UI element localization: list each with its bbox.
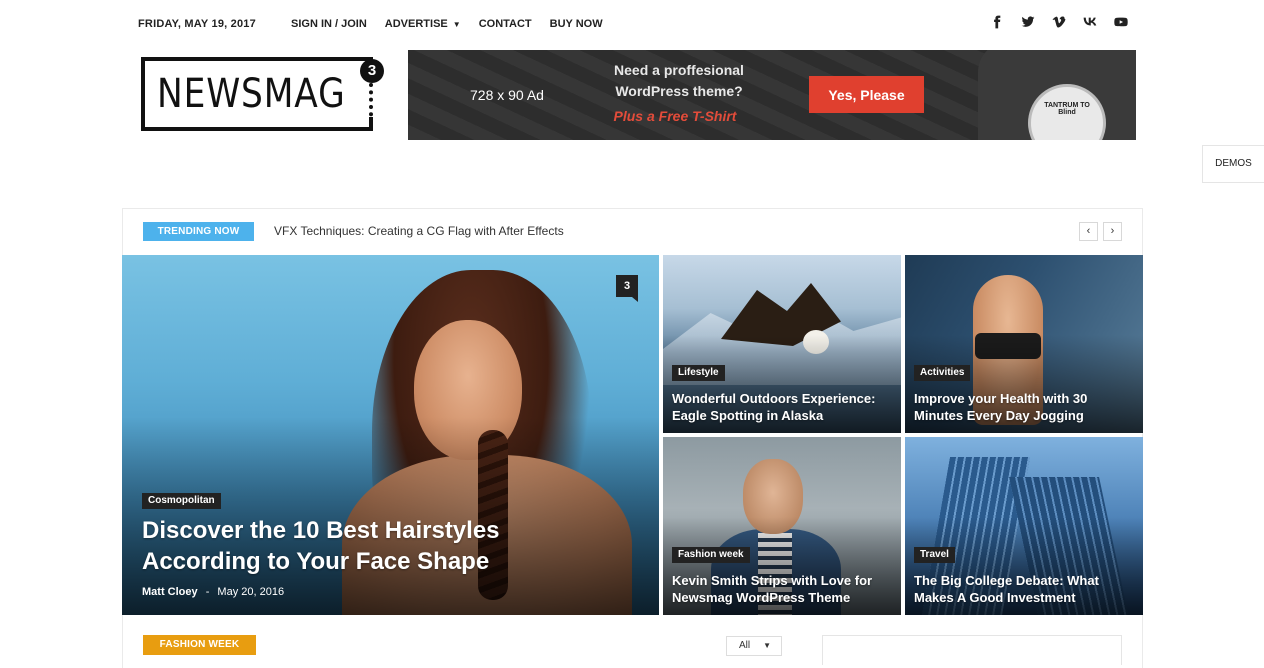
ad-size-label: 728 x 90 Ad xyxy=(470,87,544,103)
advertise-label: ADVERTISE xyxy=(384,18,448,30)
trending-headline[interactable]: VFX Techniques: Creating a CG Flag with … xyxy=(274,224,564,238)
meta-separator: - xyxy=(205,586,210,598)
filter-value: All xyxy=(739,640,751,651)
contact-link[interactable]: CONTACT xyxy=(479,18,532,30)
post-tile-jogging[interactable]: Activities Improve your Health with 30 M… xyxy=(905,255,1143,433)
ad-banner[interactable]: 728 x 90 Ad Need a proffesional WordPres… xyxy=(408,50,1136,140)
sign-in-link[interactable]: SIGN IN / JOIN xyxy=(291,18,367,30)
post-tile-college-debate[interactable]: Travel The Big College Debate: What Make… xyxy=(905,437,1143,615)
tile-title[interactable]: Wonderful Outdoors Experience: Eagle Spo… xyxy=(672,390,894,424)
ad-headline-2: WordPress theme? xyxy=(615,83,743,99)
logo-text: NEWSMAG xyxy=(157,71,346,117)
ad-headline-1: Need a proffesional xyxy=(614,62,744,78)
logo-frame-corner xyxy=(369,117,373,131)
featured-date: May 20, 2016 xyxy=(217,586,285,598)
trending-next-button[interactable]: › xyxy=(1103,222,1122,241)
current-date: FRIDAY, MAY 19, 2017 xyxy=(138,18,256,30)
trending-badge: TRENDING NOW xyxy=(143,222,254,241)
section-filter-select[interactable]: All ▼ xyxy=(726,636,782,656)
tile-title[interactable]: Improve your Health with 30 Minutes Ever… xyxy=(914,390,1136,424)
tshirt-print-text: TANTRUM TO Blind xyxy=(1044,102,1090,116)
section-badge-fashion-week[interactable]: FASHION WEEK xyxy=(143,635,256,655)
chevron-down-icon: ▼ xyxy=(452,20,461,29)
ad-cta-button[interactable]: Yes, Please xyxy=(809,76,924,113)
tile-title[interactable]: The Big College Debate: What Makes A Goo… xyxy=(914,572,1136,606)
tile-category[interactable]: Fashion week xyxy=(672,547,750,563)
buy-now-link[interactable]: BUY NOW xyxy=(550,18,603,30)
twitter-icon[interactable] xyxy=(1021,15,1035,29)
tile-title[interactable]: Kevin Smith Strips with Love for Newsmag… xyxy=(672,572,894,606)
vimeo-icon[interactable] xyxy=(1052,15,1066,29)
demos-button[interactable]: DEMOS xyxy=(1202,145,1264,183)
chevron-down-icon: ▼ xyxy=(763,641,771,650)
advertise-menu[interactable]: ADVERTISE ▼ xyxy=(385,18,461,30)
featured-author[interactable]: Matt Cloey xyxy=(142,586,198,598)
tile-category[interactable]: Travel xyxy=(914,547,955,563)
featured-title[interactable]: Discover the 10 Best Hairstyles Accordin… xyxy=(142,515,582,577)
comment-count-badge[interactable]: 3 xyxy=(616,275,638,302)
site-logo[interactable]: NEWSMAG 3 xyxy=(141,57,384,132)
featured-post[interactable]: Cosmopolitan Discover the 10 Best Hairst… xyxy=(122,255,659,615)
post-tile-eagle[interactable]: Lifestyle Wonderful Outdoors Experience:… xyxy=(663,255,901,433)
sidebar-widget xyxy=(822,635,1122,665)
social-icons xyxy=(990,15,1128,29)
featured-category[interactable]: Cosmopolitan xyxy=(142,493,221,509)
tile-category[interactable]: Activities xyxy=(914,365,971,381)
youtube-icon[interactable] xyxy=(1114,15,1128,29)
ad-tagline: Plus a Free T-Shirt xyxy=(613,108,737,124)
post-tile-kevin-smith[interactable]: Fashion week Kevin Smith Strips with Lov… xyxy=(663,437,901,615)
facebook-icon[interactable] xyxy=(990,15,1004,29)
top-bar: FRIDAY, MAY 19, 2017 SIGN IN / JOIN ADVE… xyxy=(138,0,1128,50)
trending-prev-button[interactable]: ‹ xyxy=(1079,222,1098,241)
top-menu: SIGN IN / JOIN ADVERTISE ▼ CONTACT BUY NO… xyxy=(291,18,603,30)
vk-icon[interactable] xyxy=(1083,15,1097,29)
tile-category[interactable]: Lifestyle xyxy=(672,365,725,381)
logo-badge: 3 xyxy=(360,59,384,83)
featured-meta: Matt Cloey - May 20, 2016 xyxy=(142,586,284,598)
